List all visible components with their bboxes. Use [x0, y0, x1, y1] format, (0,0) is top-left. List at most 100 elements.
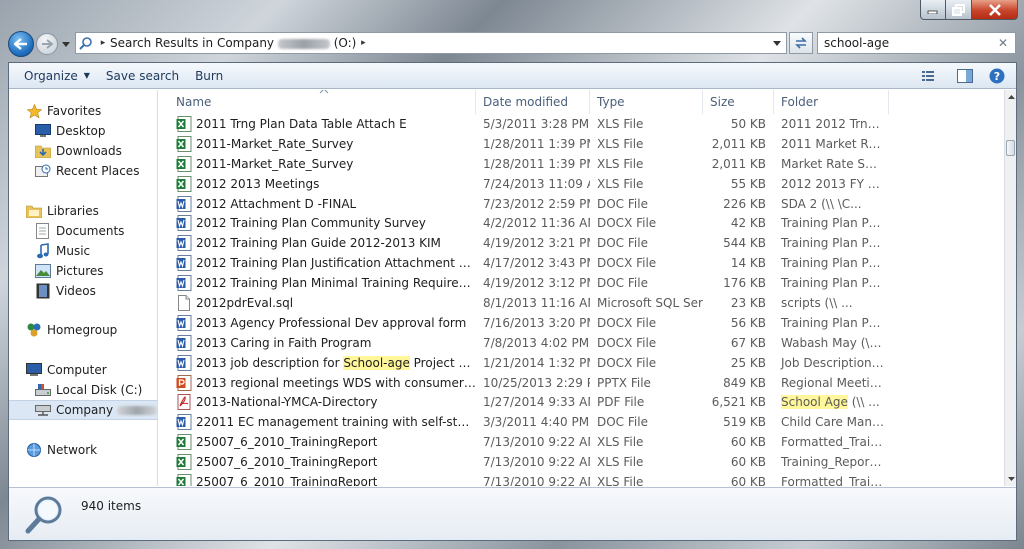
file-row[interactable]: 2012 Training Plan Community Survey 4/2/2… [159, 213, 1004, 233]
file-name-cell[interactable]: 2011-Market_Rate_Survey [159, 135, 476, 152]
column-header-type[interactable]: Type [590, 90, 703, 114]
file-row[interactable]: 2013 regional meetings WDS with consumer… [159, 373, 1004, 393]
file-row[interactable]: 2011 Trng Plan Data Table Attach E 5/3/20… [159, 114, 1004, 134]
file-row[interactable]: 2012 Training Plan Guide 2012-2013 KIM 4/… [159, 233, 1004, 253]
file-name-cell[interactable]: 2012 Training Plan Community Survey [159, 215, 476, 232]
help-button[interactable]: ? [986, 66, 1008, 86]
file-folder: Training Plan Proc... [781, 236, 884, 251]
refresh-icon [795, 37, 807, 49]
column-header-size[interactable]: Size [703, 90, 774, 114]
nav-recent-places[interactable]: Recent Places [9, 161, 157, 181]
nav-label: Desktop [56, 124, 106, 138]
file-name-cell[interactable]: 25007_6_2010_TrainingReport [159, 434, 476, 451]
scrollbar-thumb[interactable] [1006, 140, 1015, 156]
file-size: 849 KB [723, 375, 766, 390]
organize-button[interactable]: Organize ▼ [9, 65, 98, 87]
file-row[interactable]: 25007_6_2010_TrainingReport 7/13/2010 9:2… [159, 472, 1004, 486]
nav-favorites[interactable]: Favorites [9, 101, 157, 121]
recent-pages-dropdown[interactable] [60, 38, 72, 50]
file-name-cell[interactable]: 22011 EC management training with self-s… [159, 414, 476, 431]
file-name-cell[interactable]: 2012 Training Plan Justification Attachm… [159, 255, 476, 272]
vertical-scrollbar[interactable] [1004, 90, 1016, 486]
file-row[interactable]: 2012 Attachment D -FINAL 7/23/2012 2:59 P… [159, 194, 1004, 214]
save-search-button[interactable]: Save search [98, 65, 187, 87]
file-name-cell[interactable]: 2012 Training Plan Guide 2012-2013 KIM [159, 235, 476, 252]
file-date-modified: 1/28/2011 1:39 PM [483, 156, 590, 171]
file-name-cell[interactable]: 2013 job description for School-age Proj… [159, 354, 476, 371]
documents-icon [35, 223, 51, 239]
maximize-button[interactable] [946, 0, 972, 20]
minimize-button[interactable] [920, 0, 946, 20]
pdf-icon [176, 394, 192, 411]
file-name-cell[interactable]: 2012 Attachment D -FINAL [159, 195, 476, 212]
file-name-cell[interactable]: 2012pdrEval.sql [159, 294, 476, 311]
address-bar[interactable]: ▸ Search Results in Company (O:) ▸ [75, 32, 787, 54]
nav-homegroup[interactable]: Homegroup [9, 320, 157, 340]
file-row[interactable]: 22011 EC management training with self-s… [159, 412, 1004, 432]
file-row[interactable]: 25007_6_2010_TrainingReport 7/13/2010 9:2… [159, 432, 1004, 452]
nav-network[interactable]: Network [9, 440, 157, 460]
file-row[interactable]: 2013 job description for School-age Proj… [159, 353, 1004, 373]
column-header-name[interactable]: Name [159, 90, 476, 114]
file-name-cell[interactable]: 2013 regional meetings WDS with consumer… [159, 374, 476, 391]
file-date-modified: 7/23/2012 2:59 PM [483, 196, 590, 211]
file-name: 2012 Attachment D -FINAL [196, 196, 357, 211]
nav-downloads[interactable]: Downloads [9, 141, 157, 161]
file-row[interactable]: 2011-Market_Rate_Survey 1/28/2011 1:39 PM… [159, 134, 1004, 154]
file-row[interactable]: 2011-Market_Rate_Survey 1/28/2011 1:39 PM… [159, 154, 1004, 174]
nav-computer[interactable]: Computer [9, 360, 157, 380]
scroll-down-button[interactable] [1005, 472, 1017, 486]
file-row[interactable]: 2013-National-YMCA-Directory 1/27/2014 9:… [159, 392, 1004, 412]
search-input[interactable]: school-age ✕ [817, 32, 1016, 54]
nav-libraries[interactable]: Libraries [9, 201, 157, 221]
file-name-cell[interactable]: 2012 Training Plan Minimal Training Requ… [159, 275, 476, 292]
file-name-cell[interactable]: 2013-National-YMCA-Directory [159, 394, 476, 411]
column-header-date-modified[interactable]: Date modified [476, 90, 590, 114]
file-row[interactable]: 2012 Training Plan Minimal Training Requ… [159, 273, 1004, 293]
file-name: 2011 Trng Plan Data Table Attach E [196, 116, 407, 131]
file-row[interactable]: 2013 Caring in Faith Program 7/8/2013 4:0… [159, 333, 1004, 353]
file-name-cell[interactable]: 2011-Market_Rate_Survey [159, 155, 476, 172]
file-name-cell[interactable]: 2011 Trng Plan Data Table Attach E [159, 115, 476, 132]
breadcrumb-separator[interactable]: ▸ [356, 38, 370, 48]
file-folder: Market Rate Surve... [781, 156, 884, 171]
refresh-button[interactable] [789, 32, 813, 54]
file-name-cell[interactable]: 25007_6_2010_TrainingReport [159, 454, 476, 471]
file-size: 50 KB [730, 116, 766, 131]
nav-label: Recent Places [56, 164, 140, 178]
nav-company-drive[interactable]: Company [9, 400, 157, 420]
file-row[interactable]: 2012pdrEval.sql 8/1/2013 11:16 AM Microsof… [159, 293, 1004, 313]
address-dropdown-icon[interactable] [772, 38, 782, 48]
clear-search-icon[interactable]: ✕ [996, 36, 1010, 50]
burn-button[interactable]: Burn [187, 65, 231, 87]
forward-button[interactable] [36, 33, 58, 55]
nav-music[interactable]: Music [9, 241, 157, 261]
file-row[interactable]: 2012 Training Plan Justification Attachm… [159, 253, 1004, 273]
column-header-folder[interactable]: Folder [774, 90, 889, 114]
breadcrumb-separator[interactable]: ▸ [96, 38, 110, 48]
file-name-cell[interactable]: 2013 Agency Professional Dev approval fo… [159, 314, 476, 331]
change-view-button[interactable] [922, 66, 944, 86]
preview-pane-button[interactable] [954, 66, 976, 86]
breadcrumb-search-results[interactable]: Search Results in Company (O:) [110, 36, 356, 50]
file-name-cell[interactable]: 25007_6_2010_TrainingReport [159, 473, 476, 486]
nav-local-disk[interactable]: Local Disk (C:) [9, 380, 157, 400]
nav-videos[interactable]: Videos [9, 281, 157, 301]
column-label: Type [597, 95, 625, 109]
nav-desktop[interactable]: Desktop [9, 121, 157, 141]
nav-pictures[interactable]: Pictures [9, 261, 157, 281]
music-icon [35, 243, 51, 259]
file-name-cell[interactable]: 2013 Caring in Faith Program [159, 334, 476, 351]
pictures-icon [35, 263, 51, 279]
close-button[interactable] [972, 0, 1018, 20]
file-size: 23 KB [730, 295, 766, 310]
scroll-up-button[interactable] [1005, 90, 1017, 104]
file-name-cell[interactable]: 2012 2013 Meetings [159, 175, 476, 192]
back-button[interactable] [8, 31, 34, 57]
file-date-modified: 3/3/2011 4:40 PM [483, 415, 590, 430]
file-row[interactable]: 25007_6_2010_TrainingReport 7/13/2010 9:2… [159, 452, 1004, 472]
file-row[interactable]: 2013 Agency Professional Dev approval fo… [159, 313, 1004, 333]
file-row[interactable]: 2012 2013 Meetings 7/24/2013 11:09 AM XLS … [159, 174, 1004, 194]
file-list: Name Date modified Type Size Folder 2011… [159, 90, 1004, 486]
nav-documents[interactable]: Documents [9, 221, 157, 241]
